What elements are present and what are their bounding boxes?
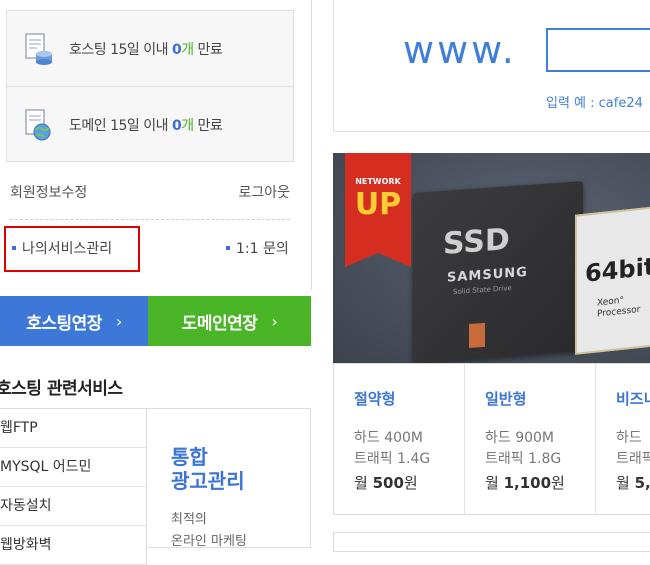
- server-icon: [23, 32, 53, 66]
- list-item[interactable]: 웹방화벽: [0, 526, 147, 565]
- ssd-sub: Solid State Drive: [453, 284, 512, 297]
- plan-spec-line: 트래픽 1.4G: [354, 451, 431, 467]
- domain-expiry-text: 도메인 15일 이내 0개 만료: [69, 115, 223, 135]
- promo-description: 최적의 온라인 마케팅: [171, 509, 247, 553]
- plan-price: 월 1,100원: [485, 472, 565, 493]
- domain-extend-button[interactable]: 도메인연장 ›: [148, 296, 311, 346]
- bullet-icon: [226, 246, 230, 250]
- related-services-title: 호스팅 관련서비스: [0, 379, 123, 399]
- ssd-image: SSD SAMSUNG Solid State Drive: [413, 181, 583, 363]
- www-prefix: www.: [403, 28, 517, 72]
- divider: [10, 219, 290, 220]
- notice-suffix-unit: 개: [181, 118, 194, 134]
- lower-panel: [333, 532, 650, 552]
- plan-name: 비즈니: [616, 390, 650, 408]
- plan-spec: 하드 트래픽: [616, 428, 650, 470]
- member-links: 회원정보수정 로그아웃: [10, 182, 290, 204]
- cpu-label: 64bit: [585, 252, 650, 288]
- promo-title: 통합 광고관리: [171, 445, 245, 493]
- notice-suffix: 만료: [193, 118, 223, 134]
- related-services-list: 웹FTP MYSQL 어드민 자동설치 웹방화벽: [0, 408, 147, 565]
- notice-count: 0: [171, 118, 182, 134]
- list-item[interactable]: MYSQL 어드민: [0, 448, 147, 487]
- plan-spec-line: 하드 400M: [354, 430, 424, 446]
- ssd-tab: [469, 322, 485, 349]
- logout-link[interactable]: 로그아웃: [238, 182, 290, 202]
- plan-card[interactable]: 일반형 하드 900M 트래픽 1.8G 월 1,100원: [465, 364, 596, 514]
- domain-expiry-row[interactable]: 도메인 15일 이내 0개 만료: [7, 87, 293, 163]
- promo-desc-line: 온라인 마케팅: [171, 534, 247, 549]
- ssd-label: SSD: [443, 222, 510, 262]
- promo-title-line: 광고관리: [171, 469, 245, 493]
- price-suffix: 원: [403, 474, 418, 492]
- my-service-link[interactable]: 나의서비스관리: [12, 238, 112, 258]
- plan-spec-line: 하드 900M: [485, 430, 555, 446]
- banner-image: SSD SAMSUNG Solid State Drive 64bit Xeon…: [333, 153, 650, 363]
- price-suffix: 원: [551, 474, 565, 492]
- plan-price: 월 5,: [616, 472, 650, 493]
- cpu-image: 64bit Xeon° Processor: [575, 203, 650, 355]
- notice-suffix-unit: 개: [181, 41, 194, 58]
- badge-top-text: NETWORK: [355, 177, 401, 186]
- plan-spec: 하드 400M 트래픽 1.4G: [354, 428, 430, 470]
- hosting-expiry-row[interactable]: 호스팅 15일 이내 0개 만료: [7, 11, 293, 87]
- price-value: 500: [372, 474, 404, 492]
- plan-card[interactable]: 절약형 하드 400M 트래픽 1.4G 월 500원: [334, 364, 465, 514]
- price-prefix: 월: [485, 474, 504, 492]
- plan-spec-line: 트래픽: [616, 451, 650, 467]
- inquiry-link[interactable]: 1:1 문의: [226, 238, 289, 258]
- notice-suffix: 만료: [193, 41, 223, 58]
- domain-extend-label: 도메인연장: [181, 313, 258, 334]
- list-item[interactable]: 자동설치: [0, 487, 147, 526]
- badge-ribbon-tail: [345, 253, 411, 267]
- inquiry-label: 1:1 문의: [236, 241, 289, 257]
- plan-spec-line: 트래픽 1.8G: [485, 451, 562, 467]
- plan-price: 월 500원: [354, 472, 418, 493]
- domain-input-hint: 입력 예 : cafe24: [546, 96, 643, 111]
- hosting-promo-banner[interactable]: SSD SAMSUNG Solid State Drive 64bit Xeon…: [333, 153, 650, 515]
- edit-member-info-link[interactable]: 회원정보수정: [10, 182, 87, 202]
- promo-title-line: 통합: [171, 445, 208, 469]
- plan-spec: 하드 900M 트래픽 1.8G: [485, 428, 561, 470]
- hosting-expiry-text: 호스팅 15일 이내 0개 만료: [69, 39, 223, 59]
- ssd-brand: SAMSUNG: [447, 264, 528, 286]
- price-prefix: 월: [354, 474, 373, 492]
- price-prefix: 월: [616, 474, 635, 492]
- cpu-sub: Xeon° Processor: [597, 294, 640, 321]
- chevron-right-icon: ›: [115, 311, 122, 331]
- plan-name: 절약형: [354, 390, 396, 408]
- notice-count: 0: [171, 41, 182, 58]
- notice-prefix: 도메인 15일 이내: [69, 118, 172, 134]
- hosting-extend-button[interactable]: 호스팅연장 ›: [0, 296, 148, 346]
- notice-prefix: 호스팅 15일 이내: [69, 41, 172, 58]
- hosting-extend-label: 호스팅연장: [26, 313, 102, 334]
- divider: [311, 0, 312, 290]
- plan-card[interactable]: 비즈니 하드 트래픽 월 5,: [596, 364, 650, 514]
- price-value: 1,100: [503, 474, 552, 492]
- plan-spec-line: 하드: [616, 430, 642, 446]
- badge-main-text: UP: [354, 187, 402, 222]
- globe-icon: [23, 108, 53, 142]
- ad-management-promo[interactable]: 통합 광고관리 최적의 온라인 마케팅: [147, 408, 311, 549]
- price-value: 5,: [634, 474, 650, 492]
- my-service-label: 나의서비스관리: [22, 241, 113, 257]
- bullet-icon: [12, 246, 16, 250]
- expiry-notice-box: 호스팅 15일 이내 0개 만료 도메인 15일 이내 0개 만료: [6, 10, 294, 162]
- promo-desc-line: 최적의: [171, 512, 207, 527]
- chevron-right-icon: ›: [271, 311, 278, 331]
- list-item[interactable]: 웹FTP: [0, 409, 147, 448]
- network-up-badge: NETWORK UP: [345, 153, 411, 253]
- plan-name: 일반형: [485, 390, 527, 408]
- domain-search-input[interactable]: [546, 28, 650, 72]
- plan-list: 절약형 하드 400M 트래픽 1.4G 월 500원 일반형 하드 900M …: [333, 363, 650, 515]
